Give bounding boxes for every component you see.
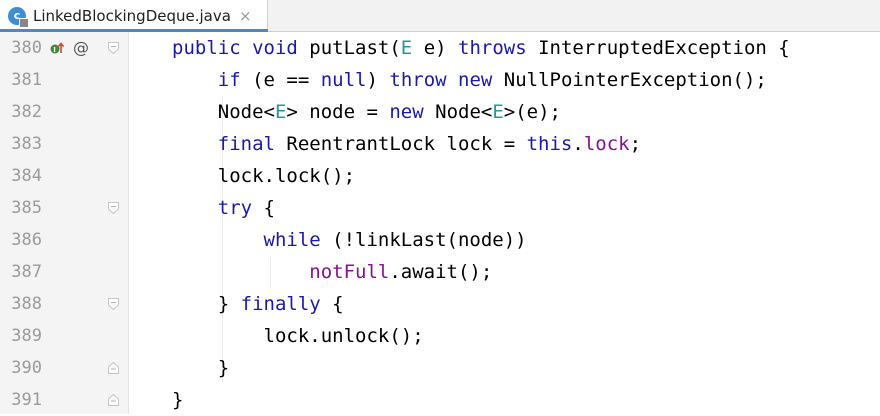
line-number[interactable]: 386 [6,224,42,256]
line-number[interactable]: 382 [6,96,42,128]
tab-title: LinkedBlockingDeque.java [33,6,231,25]
code-text[interactable]: } finally { [172,288,344,320]
code-text[interactable]: Node<E> node = new Node<E>(e); [172,96,561,128]
fold-collapse-icon[interactable] [108,42,119,54]
editor-tab-bar: c LinkedBlockingDeque.java × [0,0,880,32]
code-token: { [332,293,344,315]
line-number[interactable]: 383 [6,128,42,160]
code-token: > node = [286,101,390,123]
fold-collapse-icon[interactable] [108,298,119,310]
code-text[interactable]: lock.unlock(); [172,320,424,352]
code-line-388[interactable]: 388 } finally { [0,288,880,320]
keyword-token: if [172,69,253,91]
class-file-icon: c [8,6,29,28]
code-token: lock.lock(); [172,165,356,187]
code-text[interactable]: } [172,384,183,416]
keyword-token: new [389,101,436,123]
code-token: } [172,357,230,379]
code-token: } [172,389,184,411]
fold-collapse-icon[interactable] [108,202,119,214]
type-param-token: E [274,101,287,123]
keyword-token: this [526,133,573,155]
code-line-382[interactable]: 382 Node<E> node = new Node<E>(e); [0,96,880,128]
code-token: .await(); [389,261,493,283]
fold-end-icon[interactable] [108,362,119,374]
keyword-token: throws [458,37,539,59]
code-token: ; [629,133,642,155]
code-token: (e == [252,69,321,91]
code-text[interactable]: try { [172,192,275,224]
keyword-token: public [172,37,253,59]
keyword-token: null [320,69,367,91]
line-number[interactable]: 384 [6,160,42,192]
code-text[interactable]: if (e == null) throw new NullPointerExce… [172,64,767,96]
code-token: e) [412,37,459,59]
code-line-390[interactable]: 390 } [0,352,880,384]
field-token: notFull [309,261,390,283]
code-text[interactable]: public void putLast(E e) throws Interrup… [172,32,790,64]
code-token: InterruptedException { [538,37,790,59]
keyword-token: void [252,37,310,59]
code-line-387[interactable]: 387 notFull.await(); [0,256,880,288]
line-number[interactable]: 385 [6,192,42,224]
keyword-token: while [172,229,333,251]
close-tab-icon[interactable]: × [239,7,252,25]
code-token: putLast( [309,37,401,59]
keyword-token: finally [240,293,333,315]
type-param-token: E [492,101,504,123]
editor-tab[interactable]: c LinkedBlockingDeque.java × [0,0,268,32]
code-text[interactable]: lock.lock(); [172,160,355,192]
code-token: } [172,293,241,315]
code-line-380[interactable]: 380 public void putLast(E e) throws Inter… [0,32,880,64]
field-token: lock [583,133,630,155]
line-number[interactable]: 391 [6,384,42,416]
code-text[interactable]: } [172,352,229,384]
code-line-381[interactable]: 381 if (e == null) throw new NullPointer… [0,64,880,96]
code-line-391[interactable]: 391} [0,384,880,416]
code-token: ReentrantLock lock = [286,133,527,155]
code-token: ) [366,69,390,91]
code-line-384[interactable]: 384 lock.lock(); [0,160,880,192]
code-token: >(e); [503,101,561,123]
line-number[interactable]: 380 [6,32,42,64]
code-line-383[interactable]: 383 final ReentrantLock lock = this.lock… [0,128,880,160]
code-token: NullPointerException(); [503,69,767,91]
line-number[interactable]: 381 [6,64,42,96]
line-number[interactable]: 390 [6,352,42,384]
code-text[interactable]: final ReentrantLock lock = this.lock; [172,128,641,160]
code-text[interactable]: notFull.await(); [172,256,492,288]
keyword-token: final [172,133,287,155]
keyword-token: throw new [389,69,504,91]
code-line-389[interactable]: 389 lock.unlock(); [0,320,880,352]
code-token: Node< [172,101,275,123]
code-token: Node< [435,101,493,123]
line-number[interactable]: 387 [6,256,42,288]
code-token: { [263,197,275,219]
line-number[interactable]: 388 [6,288,42,320]
fold-end-icon[interactable] [108,394,119,406]
keyword-token: try [172,197,264,219]
annotation-marker[interactable]: @ [73,32,89,64]
svg-text:I: I [53,46,56,54]
readonly-lock-icon [19,17,29,28]
code-token: lock.unlock(); [172,325,424,347]
implementing-method-icon[interactable]: I [50,41,64,55]
code-line-386[interactable]: 386 while (!linkLast(node)) [0,224,880,256]
type-param-token: E [400,37,413,59]
code-token: (!linkLast(node)) [332,229,527,251]
code-text[interactable]: while (!linkLast(node)) [172,224,527,256]
code-token: . [572,133,584,155]
line-number[interactable]: 389 [6,320,42,352]
code-line-385[interactable]: 385 try { [0,192,880,224]
